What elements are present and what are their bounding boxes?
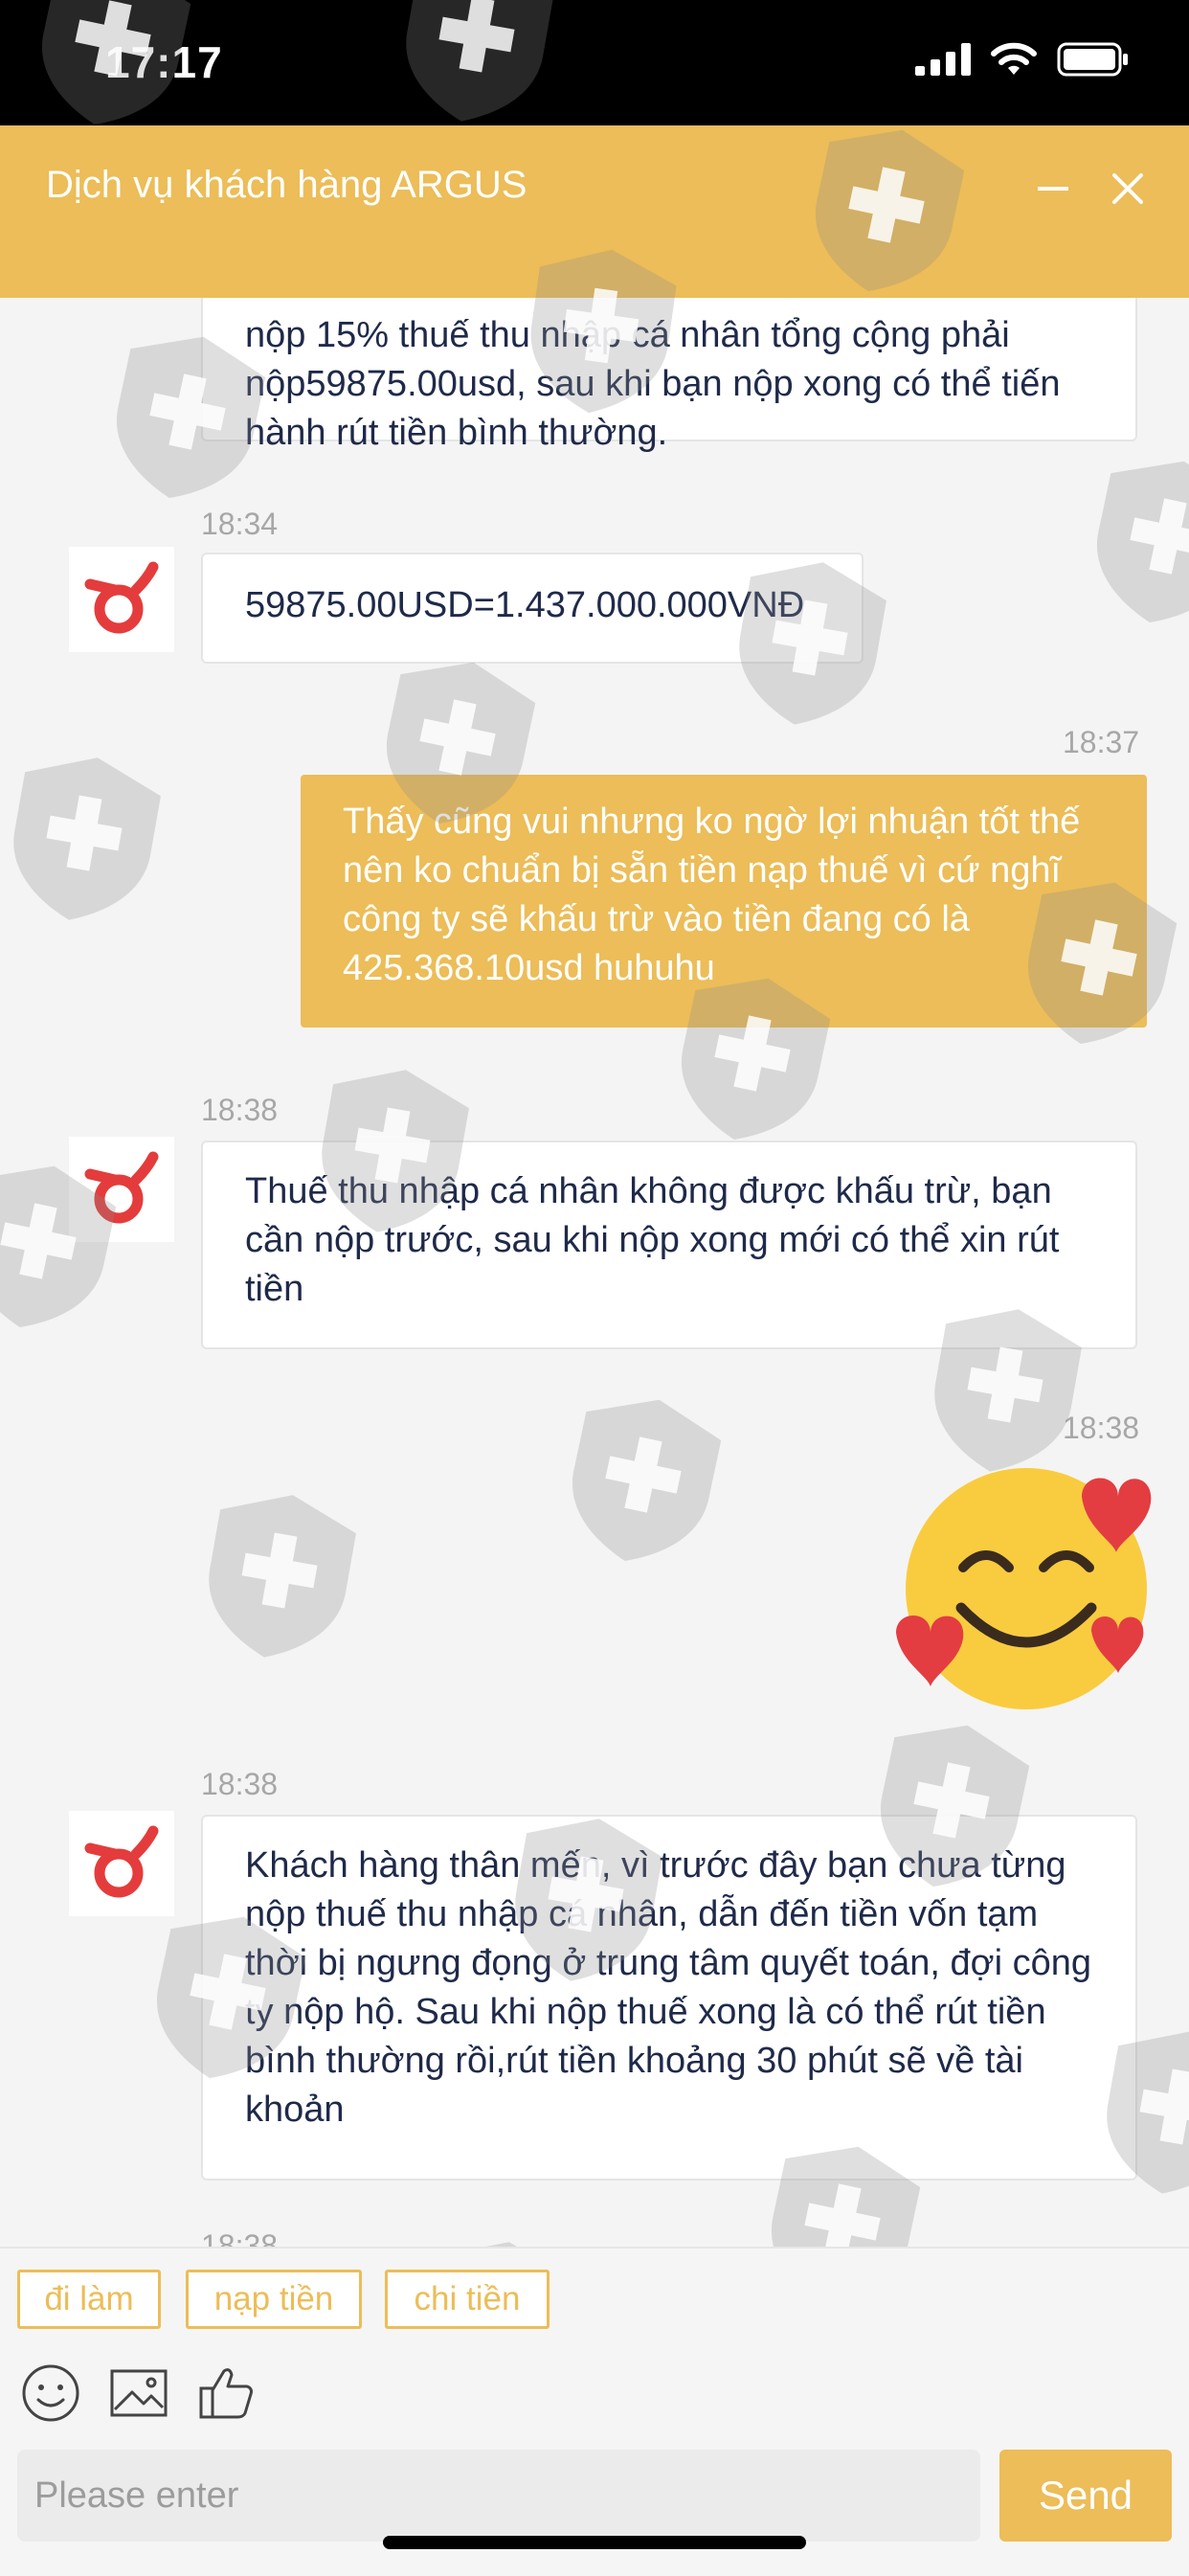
status-icons	[915, 42, 1130, 77]
message-text: Thuế thu nhập cá nhân không được khấu tr…	[245, 1171, 1060, 1309]
emoji-icon[interactable]	[19, 2361, 82, 2425]
agent-message: Khách hàng thân mến, vì trước đây bạn ch…	[201, 1815, 1137, 2181]
quick-reply-button[interactable]: chi tiền	[385, 2270, 550, 2329]
composer: đi làm nạp tiền chi tiền Send	[0, 2247, 1189, 2576]
message-text: Thấy cũng vui nhưng ko ngờ lợi nhuận tốt…	[343, 802, 1081, 988]
minimize-button[interactable]	[1024, 160, 1082, 217]
image-icon[interactable]	[107, 2361, 170, 2425]
message-text: nộp 15% thuế thu nhập cá nhân tổng cộng …	[245, 315, 1061, 453]
argus-logo-icon	[84, 1151, 159, 1224]
agent-avatar	[69, 1811, 174, 1916]
message-time: 18:38	[1063, 1411, 1140, 1445]
thumbs-up-icon[interactable]	[195, 2361, 258, 2425]
battery-icon	[1057, 42, 1128, 77]
message-time: 18:38	[201, 2228, 279, 2247]
message-time: 18:38	[201, 1093, 279, 1127]
smiling-face-with-hearts-sticker	[896, 1468, 1152, 1709]
agent-message: nộp 15% thuế thu nhập cá nhân tổng cộng …	[201, 298, 1137, 453]
quick-reply-button[interactable]: đi làm	[17, 2270, 161, 2329]
message-time: 18:37	[1063, 725, 1140, 759]
argus-logo-icon	[84, 1825, 159, 1898]
message-time: 18:38	[201, 1767, 279, 1801]
argus-logo-icon	[84, 561, 159, 634]
minimize-icon	[1038, 187, 1068, 191]
send-button[interactable]: Send	[999, 2450, 1172, 2542]
chat-header: Dịch vụ khách hàng ARGUS	[0, 125, 1189, 298]
agent-avatar	[69, 1137, 174, 1242]
signal-icon	[915, 43, 971, 76]
user-message: Thấy cũng vui nhưng ko ngờ lợi nhuận tốt…	[301, 775, 1147, 1028]
home-indicator[interactable]	[383, 2536, 806, 2549]
agent-message: Thuế thu nhập cá nhân không được khấu tr…	[201, 1141, 1137, 1349]
message-time: 18:34	[201, 507, 279, 541]
quick-reply-button[interactable]: nạp tiền	[186, 2270, 362, 2329]
close-icon	[1112, 173, 1143, 204]
status-time: 17:17	[105, 37, 223, 87]
message-text: Khách hàng thân mến, vì trước đây bạn ch…	[245, 1845, 1091, 2130]
chat-messages[interactable]: nộp 15% thuế thu nhập cá nhân tổng cộng …	[0, 298, 1189, 2247]
header-title: Dịch vụ khách hàng ARGUS	[46, 164, 527, 206]
message-input[interactable]	[17, 2450, 980, 2542]
close-button[interactable]	[1099, 160, 1156, 217]
wifi-icon	[991, 42, 1037, 75]
message-text: 59875.00USD=1.437.000.000VNĐ	[245, 585, 805, 625]
agent-message: 59875.00USD=1.437.000.000VNĐ	[201, 553, 864, 664]
status-bar: 17:17	[0, 0, 1189, 125]
agent-avatar	[69, 547, 174, 652]
